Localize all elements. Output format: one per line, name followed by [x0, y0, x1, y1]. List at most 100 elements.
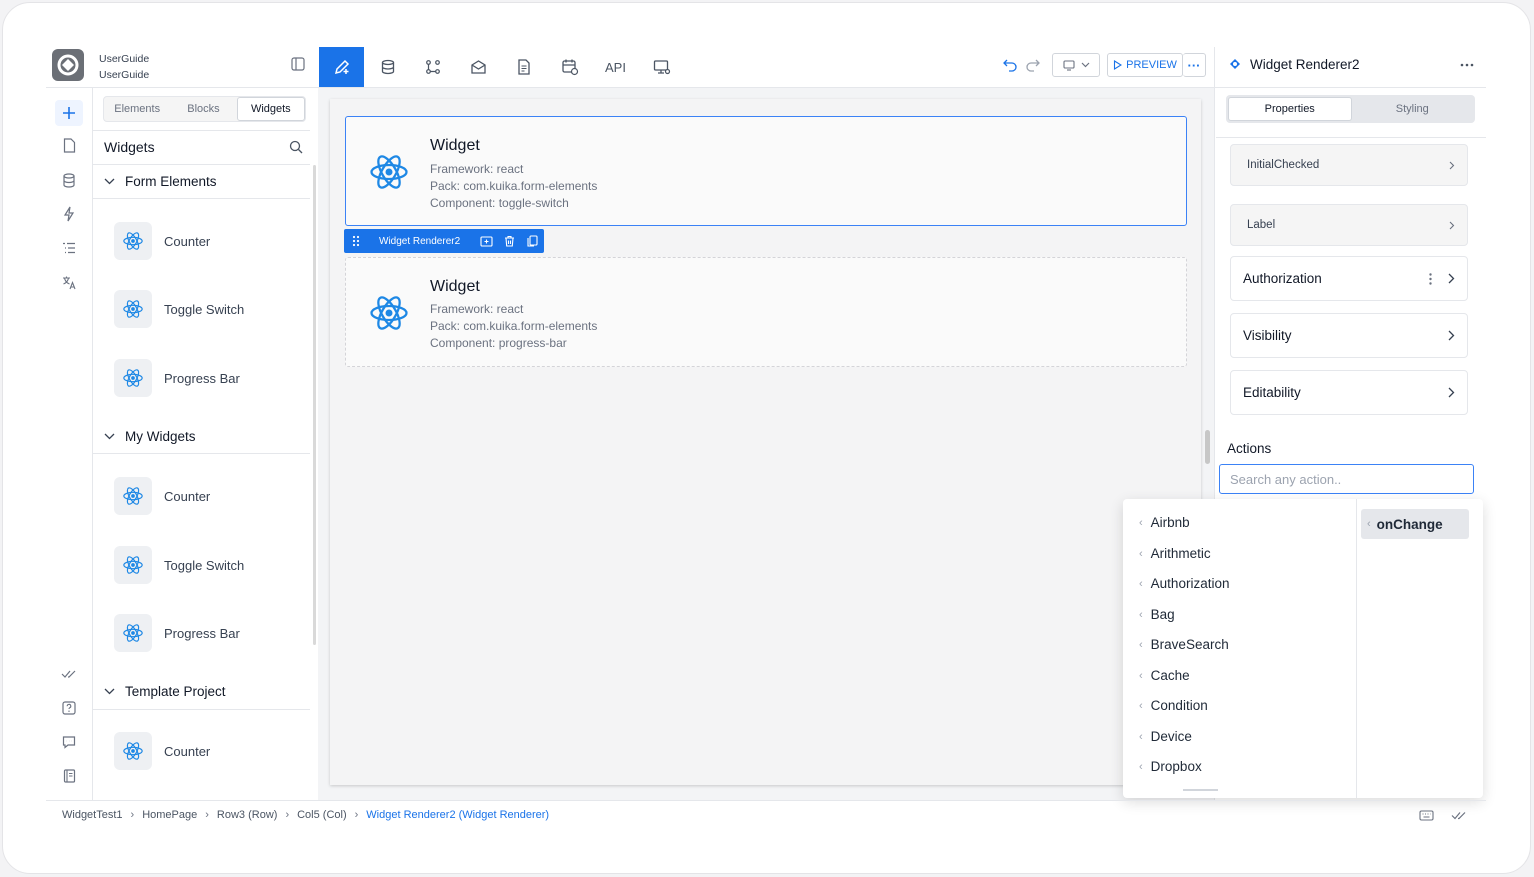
action-search-input[interactable]	[1219, 464, 1474, 494]
action-category-item[interactable]: ‹ Airbnb	[1139, 515, 1190, 530]
chevron-left-icon: ‹	[1139, 760, 1143, 773]
event-onchange[interactable]: ‹ onChange	[1361, 509, 1469, 539]
widget-label: Toggle Switch	[164, 301, 245, 317]
pages-icon[interactable]	[58, 134, 80, 156]
action-category-item[interactable]: ‹ Device	[1139, 729, 1192, 744]
widget-label: Progress Bar	[164, 625, 240, 641]
breadcrumb-item[interactable]: Row3 (Row)	[217, 809, 278, 821]
divider	[93, 709, 310, 710]
tab-styling[interactable]: Styling	[1352, 97, 1474, 121]
book-icon[interactable]	[58, 765, 80, 787]
chevron-down-icon	[104, 178, 115, 185]
breadcrumb-current[interactable]: Widget Renderer2 (Widget Renderer)	[366, 809, 549, 821]
prop-visibility[interactable]: Visibility	[1230, 313, 1468, 358]
section-template-project[interactable]: Template Project	[104, 684, 226, 699]
lightning-icon[interactable]	[58, 203, 80, 225]
panel-toggle-icon[interactable]	[291, 57, 305, 71]
widget-item-counter[interactable]: Counter	[114, 477, 210, 515]
chevron-left-icon: ‹	[1139, 638, 1143, 651]
segment-elements[interactable]: Elements	[104, 97, 170, 121]
section-my-widgets[interactable]: My Widgets	[104, 429, 196, 444]
chevron-left-icon: ‹	[1139, 608, 1143, 621]
resize-handle[interactable]	[1205, 430, 1210, 464]
widget-item-toggle-switch[interactable]: Toggle Switch	[114, 546, 244, 584]
dropdown-scrollbar[interactable]	[1183, 789, 1218, 791]
item-label: Bag	[1150, 607, 1175, 622]
panel-title: Widgets	[104, 139, 155, 155]
action-category-item[interactable]: ‹ Cache	[1139, 668, 1190, 683]
prop-label-field[interactable]: Label	[1230, 204, 1468, 246]
breadcrumb-item[interactable]: HomePage	[142, 809, 197, 821]
widget-card-selected[interactable]: Widget Framework: react Pack: com.kuika.…	[345, 116, 1187, 226]
action-category-item[interactable]: ‹ Bag	[1139, 607, 1175, 622]
breadcrumb-item[interactable]: WidgetTest1	[62, 809, 123, 821]
section-form-elements[interactable]: Form Elements	[104, 174, 217, 189]
widget-card[interactable]: Widget Framework: react Pack: com.kuika.…	[345, 257, 1187, 367]
device-select[interactable]	[1052, 53, 1100, 77]
preview-button[interactable]: PREVIEW	[1107, 53, 1183, 77]
tab-properties[interactable]: Properties	[1228, 97, 1352, 121]
action-category-list: ‹ Airbnb ‹ Arithmetic ‹ Authorization ‹ Bag …	[1123, 499, 1356, 798]
help-icon[interactable]	[58, 697, 80, 719]
chevron-left-icon: ‹	[1139, 699, 1143, 712]
project-line1: UserGuide	[99, 53, 150, 65]
widget-item-counter[interactable]: Counter	[114, 222, 210, 260]
widget-pack: Pack: com.kuika.form-elements	[430, 319, 598, 333]
drag-handle-icon[interactable]	[352, 235, 360, 247]
divider	[93, 130, 310, 131]
tab-design-icon[interactable]	[319, 47, 364, 87]
action-category-item[interactable]: ‹ BraveSearch	[1139, 637, 1229, 652]
add-box-icon[interactable]	[480, 235, 493, 248]
data-sources-icon[interactable]	[58, 169, 80, 191]
widget-item-toggle-switch[interactable]: Toggle Switch	[114, 290, 244, 328]
add-icon[interactable]	[55, 100, 83, 126]
chat-icon[interactable]	[58, 731, 80, 753]
database-icon[interactable]	[365, 47, 410, 87]
action-category-item[interactable]: ‹ Authorization	[1139, 576, 1229, 591]
redo-icon[interactable]	[1026, 58, 1040, 72]
play-icon	[1114, 60, 1123, 70]
monitor-settings-icon[interactable]	[639, 47, 684, 87]
double-check-icon[interactable]	[1451, 810, 1467, 821]
mail-icon[interactable]	[456, 47, 501, 87]
search-icon[interactable]	[289, 140, 303, 154]
prop-initial-checked[interactable]: InitialChecked	[1230, 144, 1468, 186]
item-label: Arithmetic	[1150, 546, 1211, 561]
action-category-item[interactable]: ‹ Arithmetic	[1139, 546, 1211, 561]
undo-icon[interactable]	[1003, 58, 1017, 72]
scheduler-icon[interactable]	[547, 47, 592, 87]
widget-item-counter[interactable]: Counter	[114, 732, 210, 770]
app-logo[interactable]	[52, 49, 84, 81]
action-dropdown: ‹ Airbnb ‹ Arithmetic ‹ Authorization ‹ Bag …	[1123, 499, 1483, 798]
tab-api[interactable]: API	[593, 47, 638, 87]
prop-authorization[interactable]: Authorization	[1230, 256, 1468, 301]
action-category-item[interactable]: ‹ Condition	[1139, 698, 1208, 713]
breadcrumb-separator-icon: ›	[205, 809, 209, 821]
widget-item-progress-bar[interactable]: Progress Bar	[114, 614, 240, 652]
panel-scrollbar[interactable]	[313, 165, 316, 645]
double-check-icon[interactable]	[58, 663, 80, 685]
react-icon	[123, 232, 143, 250]
project-name[interactable]: UserGuide UserGuide	[99, 51, 149, 83]
widget-item-progress-bar[interactable]: Progress Bar	[114, 359, 240, 397]
segment-blocks[interactable]: Blocks	[170, 97, 236, 121]
section-label: My Widgets	[125, 429, 196, 444]
item-label: Dropbox	[1150, 759, 1202, 774]
kebab-icon[interactable]	[1429, 272, 1432, 285]
translate-icon[interactable]	[58, 271, 80, 293]
document-icon[interactable]	[501, 47, 546, 87]
action-category-item[interactable]: ‹ Dropbox	[1139, 759, 1202, 774]
react-icon	[370, 155, 408, 189]
selection-label: Widget Renderer2	[379, 235, 461, 247]
copy-icon[interactable]	[527, 235, 538, 247]
trash-icon[interactable]	[504, 235, 515, 247]
more-options-icon[interactable]	[1460, 63, 1474, 67]
workflow-icon[interactable]	[410, 47, 455, 87]
preview-more-button[interactable]: ···	[1183, 53, 1206, 77]
breadcrumb-item[interactable]: Col5 (Col)	[297, 809, 347, 821]
keyboard-icon[interactable]	[1419, 810, 1434, 821]
segment-widgets[interactable]: Widgets	[236, 97, 305, 121]
prop-editability[interactable]: Editability	[1230, 370, 1468, 415]
chevron-left-icon: ‹	[1367, 518, 1371, 530]
list-tree-icon[interactable]	[58, 237, 80, 259]
